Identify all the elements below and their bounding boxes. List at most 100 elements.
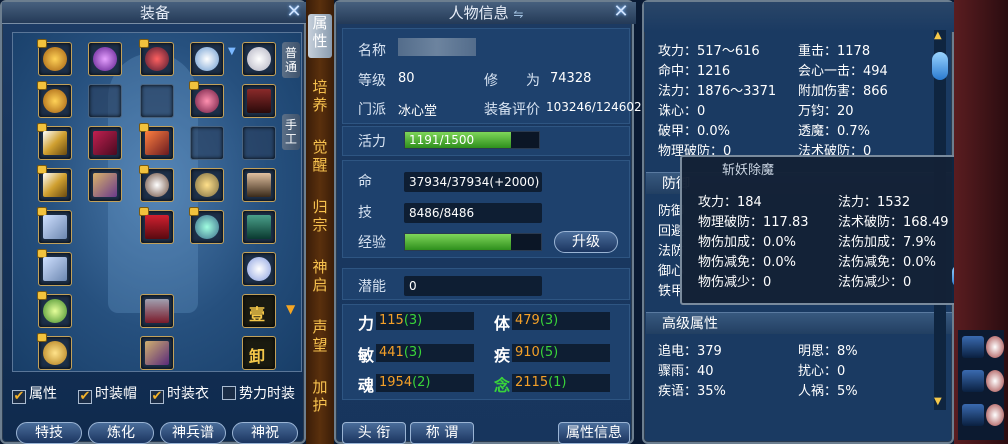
cultivation-label: 修 为 (484, 73, 540, 89)
tab-guizong[interactable]: 归宗 (308, 198, 332, 238)
party-icon[interactable] (962, 404, 984, 426)
advanced-cell: 疾语：35% (658, 384, 726, 399)
advanced-header: 高级属性 (646, 312, 952, 334)
tab-attributes[interactable]: 属性 (308, 14, 332, 58)
equip-slot[interactable] (37, 207, 72, 244)
stat-cell: 透魔：0.7% (798, 124, 871, 139)
tooltip-title: 斩妖除魔 (722, 163, 775, 178)
equip-slot[interactable] (242, 42, 276, 76)
tab-shenqi[interactable]: 神启 (308, 258, 332, 298)
name-label: 名称 (358, 43, 386, 59)
checkbox-fashion-hat[interactable]: ✔ 时装帽 (78, 384, 137, 404)
title-button[interactable]: 头 衔 (342, 422, 406, 444)
vitality-label: 活力 (358, 134, 386, 150)
scrollbar-thumb[interactable] (932, 52, 948, 80)
equip-slot[interactable] (140, 294, 174, 328)
avatar[interactable] (986, 370, 1004, 392)
appellation-button[interactable]: 称 谓 (410, 422, 474, 444)
attr-strength-label: 力 (358, 314, 375, 333)
equip-slot[interactable] (139, 165, 174, 202)
avatar[interactable] (986, 404, 1004, 426)
equip-slot[interactable] (139, 123, 174, 160)
triangle-down-icon: ▼ (228, 46, 236, 57)
rating-label: 装备评价 (484, 102, 540, 118)
equip-slot[interactable] (37, 123, 72, 160)
equip-slot[interactable] (88, 42, 122, 76)
right-edge-strip (954, 0, 1008, 444)
close-icon[interactable]: ✕ (285, 3, 303, 22)
equip-slot-left[interactable]: 壹 (242, 294, 276, 328)
equip-slot[interactable] (242, 84, 276, 118)
equip-slot[interactable] (139, 39, 174, 76)
tab-reputation[interactable]: 声望 (308, 318, 332, 358)
equip-slot[interactable] (37, 165, 72, 202)
cultivation-value: 74328 (550, 71, 592, 86)
equip-slot[interactable] (37, 81, 72, 118)
tab-cultivate[interactable]: 培养 (308, 78, 332, 118)
equip-slot[interactable] (242, 168, 276, 202)
level-value: 80 (398, 71, 415, 86)
advanced-cell: 骤雨：40 (658, 364, 714, 379)
scroll-down-icon[interactable]: ▼ (934, 396, 942, 407)
stats-header (644, 2, 956, 32)
attr-constitution-label: 体 (494, 314, 511, 333)
equip-slot[interactable] (139, 207, 174, 244)
attr-agility-label: 敏 (358, 346, 375, 365)
stat-cell: 重击：1178 (798, 44, 871, 59)
tooltip-cell: 物伤减少：0 (698, 275, 772, 290)
equip-slot[interactable] (242, 210, 276, 244)
tab-handcraft[interactable]: 手工 (282, 114, 300, 150)
equip-slot[interactable] (140, 336, 174, 370)
name-blurred (398, 38, 476, 56)
party-icon[interactable] (962, 370, 984, 392)
attr-speed-value: 910(5) (512, 344, 610, 362)
tab-normal[interactable]: 普通 (282, 42, 300, 78)
hp-label: 命 (358, 174, 372, 190)
triangle-down-icon: ▼ (286, 302, 296, 316)
character-info-title: 人物信息 ⇋ (336, 2, 636, 24)
vitality-bar: 1191/1500 (404, 131, 540, 149)
checkbox-faction-fashion[interactable]: 势力时装 (222, 384, 295, 404)
attr-soul-label: 魂 (358, 376, 375, 395)
tooltip-cell: 法伤减少：0 (838, 275, 912, 290)
party-icon[interactable] (962, 336, 984, 358)
rating-value: 103246/124602 (546, 100, 642, 114)
tooltip-cell: 物理破防：117.83 (698, 215, 809, 230)
equip-slot[interactable] (37, 39, 72, 76)
advanced-cell: 追电：379 (658, 344, 722, 359)
upgrade-button[interactable]: 升级 (554, 231, 618, 253)
button-stunt[interactable]: 特技 (16, 422, 82, 444)
attr-soul-value: 1954(2) (376, 374, 474, 392)
equip-slot[interactable] (189, 207, 224, 244)
button-blessing[interactable]: 神祝 (232, 422, 298, 444)
empty-slot[interactable] (242, 126, 276, 160)
advanced-cell: 扰心：0 (798, 364, 846, 379)
attr-constitution-value: 479(3) (512, 312, 610, 330)
tab-protection[interactable]: 加护 (308, 378, 332, 418)
button-weapon-book[interactable]: 神兵谱 (160, 422, 226, 444)
stat-cell: 附加伤害：866 (798, 84, 888, 99)
equip-slot[interactable] (190, 168, 224, 202)
equip-slot[interactable] (189, 81, 224, 118)
empty-slot[interactable] (140, 84, 174, 118)
attribute-info-button[interactable]: 属性信息 (558, 422, 630, 444)
equip-slot[interactable] (37, 291, 72, 328)
checkbox-attr[interactable]: ✔ 属性 (12, 384, 57, 404)
avatar[interactable] (986, 336, 1004, 358)
equip-slot[interactable] (88, 126, 122, 160)
scroll-up-icon[interactable]: ▲ (934, 30, 942, 41)
checkbox-fashion-clothes[interactable]: ✔ 时装衣 (150, 384, 209, 404)
unload-slot[interactable]: 卸 (242, 336, 276, 370)
stat-cell: 万钧：20 (798, 104, 854, 119)
equip-slot[interactable] (190, 42, 224, 76)
equip-slot[interactable] (37, 333, 72, 370)
equip-slot[interactable] (37, 249, 72, 286)
button-refine[interactable]: 炼化 (88, 422, 154, 444)
empty-slot[interactable] (190, 126, 224, 160)
close-icon[interactable]: ✕ (612, 3, 630, 22)
empty-slot[interactable] (88, 84, 122, 118)
sect-value: 冰心堂 (398, 104, 438, 119)
tab-awaken[interactable]: 觉醒 (308, 138, 332, 178)
equip-slot[interactable] (242, 252, 276, 286)
equip-slot[interactable] (88, 168, 122, 202)
